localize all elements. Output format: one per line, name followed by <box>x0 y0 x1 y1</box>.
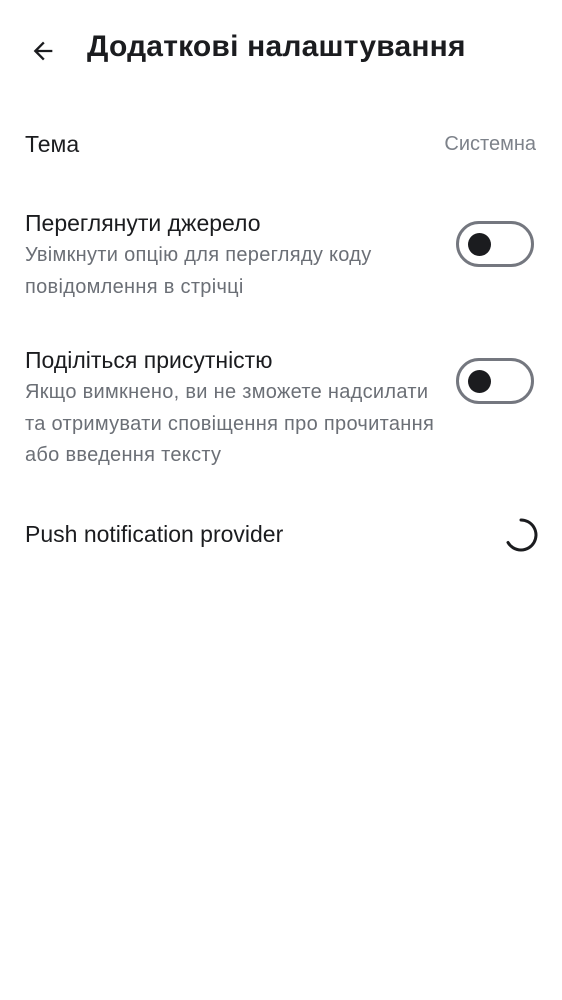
view-source-toggle[interactable] <box>456 221 534 267</box>
top-app-bar: Додаткові налаштування <box>0 0 562 100</box>
view-source-description: Увімкнути опцію для перегляду коду повід… <box>25 244 372 298</box>
toggle-thumb <box>468 370 491 393</box>
share-presence-toggle[interactable] <box>456 358 534 404</box>
back-button[interactable] <box>18 26 68 76</box>
theme-value: Системна <box>444 133 536 155</box>
theme-setting-row[interactable]: Тема Системна <box>0 110 562 180</box>
push-provider-label: Push notification provider <box>25 521 284 547</box>
arrow-back-icon <box>33 41 53 61</box>
view-source-setting-row[interactable]: Переглянути джерело Увімкнути опцію для … <box>0 195 562 310</box>
toggle-thumb <box>468 233 491 256</box>
view-source-label: Переглянути джерело <box>25 210 261 236</box>
page-title: Додаткові налаштування <box>87 30 466 63</box>
push-provider-setting-row[interactable]: Push notification provider <box>0 500 562 570</box>
loading-spinner-icon <box>506 518 538 552</box>
share-presence-setting-row[interactable]: Поділіться присутністю Якщо вимкнено, ви… <box>0 335 562 480</box>
theme-label: Тема <box>25 131 80 157</box>
advanced-settings-screen: Додаткові налаштування Тема Системна Пер… <box>0 0 562 1000</box>
share-presence-label: Поділіться присутністю <box>25 347 273 373</box>
share-presence-description: Якщо вимкнено, ви не зможете надсилати т… <box>25 381 435 466</box>
